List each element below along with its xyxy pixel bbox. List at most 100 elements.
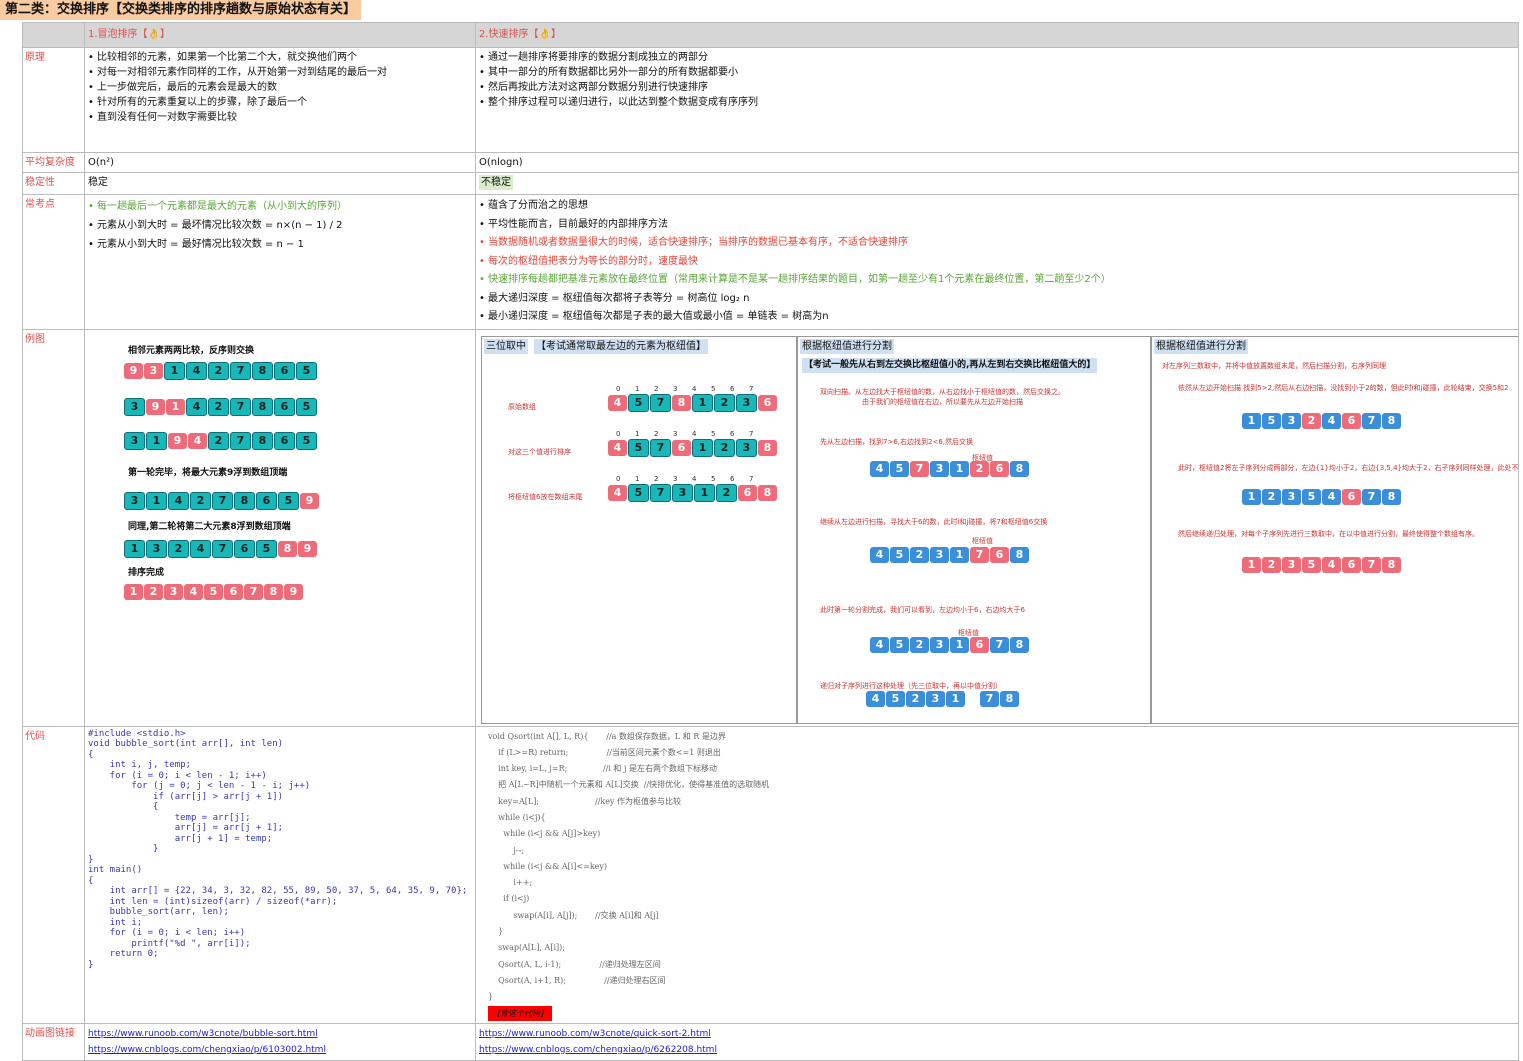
array-cell: 3 xyxy=(164,583,183,600)
array-cell: 6 xyxy=(738,484,757,501)
array-cell: 7 xyxy=(1362,412,1381,429)
array-cell: 5 xyxy=(890,546,909,563)
array-cell: 6 xyxy=(758,394,777,411)
array-cell: 2 xyxy=(1262,556,1281,573)
array-cell: 1 xyxy=(1242,556,1261,573)
array-cell: 6 xyxy=(1342,556,1361,573)
array-cell: 6 xyxy=(234,539,255,558)
array-cell: 5 xyxy=(1302,488,1321,505)
desc: 继续从左边进行扫描，寻找大于6的数，此时i和j碰撞，将7和枢纽值6交换 xyxy=(820,517,1048,526)
quick-complexity: O(nlogn) xyxy=(475,152,1519,173)
array-cell: 3 xyxy=(736,393,757,412)
array-cell: 8 xyxy=(1010,636,1029,653)
corner-cell xyxy=(22,22,85,48)
array-cell: 2 xyxy=(714,393,735,412)
array-cell: 2 xyxy=(906,690,925,707)
array-cell: 7 xyxy=(980,690,999,707)
list-item: 每一趟最后一个元素都是最大的元素（从小到大的序列） xyxy=(88,197,472,216)
array-cell: 1 xyxy=(1242,412,1261,429)
step-label: 对这三个值进行排序 xyxy=(508,447,571,456)
bubble-row: 931427865 xyxy=(124,361,318,380)
page-title: 第二类：交换排序【交换类排序的排序趟数与原始状态有关】 xyxy=(0,0,362,20)
list-item: 每次的枢纽值把表分为等长的部分时，速度最快 xyxy=(479,253,1515,272)
list-item: 平均性能而言，目前最好的内部排序方法 xyxy=(479,216,1515,235)
array-cell: 1 xyxy=(950,546,969,563)
memorize-badge: 【背这个代码】 xyxy=(488,1005,552,1021)
array-cell: 3 xyxy=(146,539,167,558)
array-cell: 8 xyxy=(234,491,255,510)
array-cell: 4 xyxy=(608,484,627,501)
array-cell: 4 xyxy=(1322,488,1341,505)
array-cell: 5 xyxy=(628,483,649,502)
array-cell: 2 xyxy=(208,431,229,450)
array-cell: 6 xyxy=(274,361,295,380)
array-cell: 5 xyxy=(628,438,649,457)
quick-link-1[interactable]: https://www.runoob.com/w3cnote/quick-sor… xyxy=(479,1026,1515,1042)
label-example: 例图 xyxy=(22,328,85,727)
bubble-row: 123456789 xyxy=(124,583,304,600)
array-cell: 1 xyxy=(694,483,715,502)
array-cell: 2 xyxy=(910,636,929,653)
quick-stability: 不稳定 xyxy=(479,175,513,190)
array-cell: 7 xyxy=(230,431,251,450)
step-label: 原始数组 xyxy=(508,402,536,411)
median-row: 45731268 xyxy=(608,483,778,502)
array-cell: 8 xyxy=(278,540,297,557)
list-item: 上一步做完后，最后的元素会是最大的数 xyxy=(88,80,472,95)
array-cell: 7 xyxy=(244,583,263,600)
example-caption: 同理,第二轮将第二大元素8浮到数组顶端 xyxy=(128,521,291,532)
bubble-points-list: 每一趟最后一个元素都是最大的元素（从小到大的序列）元素从小到大时 = 最坏情况比… xyxy=(88,197,472,254)
sub-partition: 根据枢纽值进行分割【考试一般先从右到左交换比枢纽值小的,再从左到右交换比枢纽值大… xyxy=(797,335,1151,724)
array-cell: 9 xyxy=(168,432,187,449)
partition-row: 12354678 xyxy=(1242,556,1402,573)
array-cell: 9 xyxy=(146,398,165,415)
array-cell: 3 xyxy=(144,362,163,379)
list-item: 快速排序每趟都把基准元素放在最终位置（常用来计算是不是某一趟排序结果的题目，如第… xyxy=(479,271,1515,290)
bubble-row: 391427865 xyxy=(124,397,318,416)
label-links: 动画图链接 xyxy=(22,1022,85,1061)
array-cell: 8 xyxy=(252,397,273,416)
sub-note: 【考试通常取最左边的元素为枢纽值】 xyxy=(534,338,708,354)
array-cell: 6 xyxy=(672,439,691,456)
array-cell: 4 xyxy=(870,546,889,563)
list-item: 针对所有的元素重复以上的步骤，除了最后一个 xyxy=(88,95,472,110)
bubble-code: #include <stdio.h> void bubble_sort(int … xyxy=(88,728,468,970)
array-cell: 4 xyxy=(168,491,189,510)
array-cell: 1 xyxy=(146,431,167,450)
desc: 由于我们的枢纽值在右边，所以要先从左边开始扫描 xyxy=(862,397,1023,406)
array-cell: 8 xyxy=(1382,556,1401,573)
step-label: 将枢纽值6放在数组末尾 xyxy=(508,492,583,501)
array-cell: 5 xyxy=(890,636,909,653)
partition-row: 45231678 xyxy=(870,636,1030,653)
array-cell: 3 xyxy=(930,636,949,653)
quick-principle-list: 通过一趟排序将要排序的数据分割成独立的两部分其中一部分的所有数据都比另外一部分的… xyxy=(479,50,1515,110)
bubble-row: 314278659 xyxy=(124,491,320,510)
array-cell: 2 xyxy=(910,546,929,563)
array-cell: 2 xyxy=(208,361,229,380)
partition-row: 45731268 xyxy=(870,460,1030,477)
array-cell: 7 xyxy=(212,539,233,558)
array-cell: 6 xyxy=(1342,488,1361,505)
array-cell: 2 xyxy=(716,483,737,502)
array-cell: 2 xyxy=(1262,488,1281,505)
bubble-link-2[interactable]: https://www.cnblogs.com/chengxiao/p/6103… xyxy=(88,1042,472,1058)
list-item: 然后再按此方法对这两部分数据分别进行快速排序 xyxy=(479,80,1515,95)
array-cell: 5 xyxy=(1262,412,1281,429)
array-cell: 6 xyxy=(224,583,243,600)
array-cell: 3 xyxy=(1282,412,1301,429)
array-cell: 4 xyxy=(1322,556,1341,573)
quick-link-2[interactable]: https://www.cnblogs.com/chengxiao/p/6262… xyxy=(479,1042,1515,1058)
array-cell: 6 xyxy=(990,546,1009,563)
array-cell: 7 xyxy=(970,546,989,563)
array-cell: 6 xyxy=(1342,412,1361,429)
partition-row: 45231768 xyxy=(870,546,1030,563)
array-cell: 7 xyxy=(230,361,251,380)
array-cell: 9 xyxy=(298,540,317,557)
bubble-link-1[interactable]: https://www.runoob.com/w3cnote/bubble-so… xyxy=(88,1026,472,1042)
label-points: 常考点 xyxy=(22,194,85,330)
array-cell: 5 xyxy=(204,583,223,600)
list-item: 元素从小到大时 = 最坏情况比较次数 = n×(n − 1) / 2 xyxy=(88,216,472,235)
array-cell: 8 xyxy=(1010,546,1029,563)
bubble-example: 相邻元素两两比较，反序则交换 第一轮完毕，将最大元素9浮到数组顶端 同理,第二轮将第… xyxy=(88,332,472,724)
array-cell: 5 xyxy=(278,491,299,510)
